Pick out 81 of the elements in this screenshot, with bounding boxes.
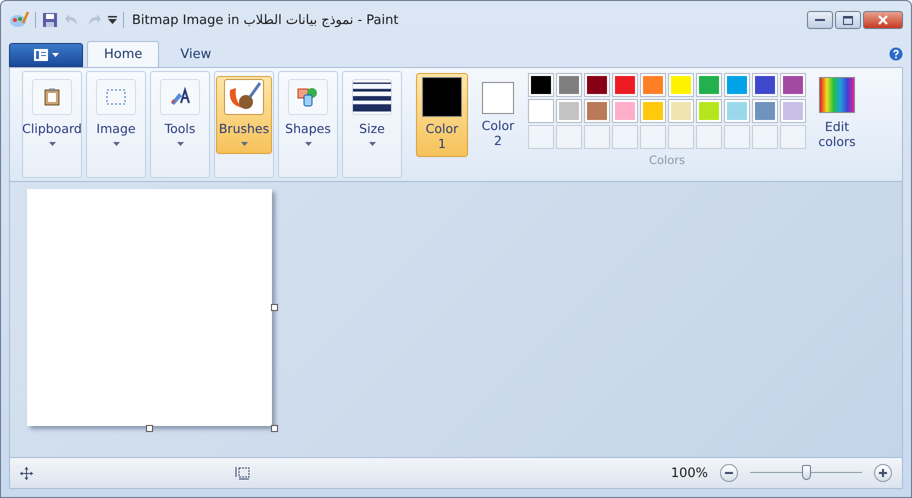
palette-color[interactable] xyxy=(752,99,778,123)
empty-color-slot[interactable] xyxy=(780,125,806,149)
palette-color[interactable] xyxy=(724,73,750,97)
line-width-icon xyxy=(353,80,391,114)
empty-color-slot[interactable] xyxy=(752,125,778,149)
caret-icon xyxy=(112,142,120,146)
palette-color[interactable] xyxy=(612,99,638,123)
resize-handle[interactable] xyxy=(271,304,278,311)
customize-toolbar-icon[interactable] xyxy=(108,16,117,24)
resize-handle[interactable] xyxy=(146,425,153,432)
palette-color[interactable] xyxy=(528,99,554,123)
palette-color[interactable] xyxy=(752,73,778,97)
paint-app-icon[interactable] xyxy=(9,11,29,29)
palette-color[interactable] xyxy=(584,73,610,97)
empty-color-slot[interactable] xyxy=(724,125,750,149)
minus-icon xyxy=(725,472,733,474)
ribbon-tool-button[interactable]: Image xyxy=(88,76,144,154)
palette-color[interactable] xyxy=(696,99,722,123)
empty-color-slot[interactable] xyxy=(696,125,722,149)
palette-color[interactable] xyxy=(668,73,694,97)
palette-color[interactable] xyxy=(640,73,666,97)
ribbon-tool-button[interactable]: Tools xyxy=(152,76,208,154)
group-label: Colors xyxy=(648,153,686,167)
caret-icon xyxy=(52,53,58,57)
palette-color[interactable] xyxy=(556,73,582,97)
zoom-out-button[interactable] xyxy=(720,464,738,482)
empty-color-slot[interactable] xyxy=(584,125,610,149)
ribbon-tool-button[interactable]: Shapes xyxy=(280,76,336,154)
palette-color[interactable] xyxy=(696,73,722,97)
zoom-in-button[interactable] xyxy=(874,464,892,482)
color-slot-button[interactable]: Color 2 xyxy=(472,73,524,157)
ribbon-tool-button[interactable]: Brushes xyxy=(216,76,272,154)
selection-size-icon xyxy=(235,466,251,480)
palette-color[interactable] xyxy=(556,99,582,123)
ribbon-tool-button[interactable]: Size xyxy=(344,76,400,154)
ribbon-tab[interactable]: Home xyxy=(87,41,160,67)
app-menu-button[interactable] xyxy=(9,43,83,67)
palette-color[interactable] xyxy=(612,73,638,97)
plus-icon xyxy=(879,469,887,477)
palette-color[interactable] xyxy=(640,99,666,123)
caret-icon xyxy=(176,142,184,146)
maximize-button[interactable] xyxy=(835,11,861,29)
shapes-icon xyxy=(297,87,319,107)
empty-color-slot[interactable] xyxy=(556,125,582,149)
palette-color[interactable] xyxy=(780,99,806,123)
spectrum-icon xyxy=(819,77,855,113)
empty-color-slot[interactable] xyxy=(640,125,666,149)
palette-color[interactable] xyxy=(780,73,806,97)
empty-color-slot[interactable] xyxy=(612,125,638,149)
help-icon[interactable] xyxy=(889,47,903,61)
window-title: Bitmap Image in نموذج بيانات الطلاب - Paint xyxy=(132,12,400,28)
selection-icon xyxy=(106,89,126,105)
palette-color[interactable] xyxy=(528,73,554,97)
palette-color[interactable] xyxy=(668,99,694,123)
menu-icon xyxy=(34,49,48,61)
clipboard-icon xyxy=(44,88,60,106)
maximize-icon xyxy=(843,16,853,24)
palette-color[interactable] xyxy=(584,99,610,123)
empty-color-slot[interactable] xyxy=(528,125,554,149)
close-icon xyxy=(878,15,888,25)
save-icon[interactable] xyxy=(42,12,58,28)
edit-colors-button[interactable]: Edit colors xyxy=(810,73,864,149)
close-button[interactable] xyxy=(863,11,903,29)
palette-color[interactable] xyxy=(724,99,750,123)
color-slot-button[interactable]: Color 1 xyxy=(416,73,468,157)
cursor-position-icon xyxy=(20,466,33,480)
ribbon-tab[interactable]: View xyxy=(163,41,228,67)
zoom-slider[interactable] xyxy=(750,465,862,481)
caret-icon xyxy=(304,142,312,146)
empty-color-slot[interactable] xyxy=(668,125,694,149)
pencil-letter-icon xyxy=(169,87,191,107)
resize-handle[interactable] xyxy=(271,425,278,432)
zoom-level: 100% xyxy=(670,466,708,480)
caret-icon xyxy=(48,142,56,146)
undo-icon[interactable] xyxy=(64,13,80,27)
redo-icon[interactable] xyxy=(86,13,102,27)
minimize-icon xyxy=(815,18,825,22)
ribbon-tool-button[interactable]: Clipboard xyxy=(24,76,80,154)
caret-icon xyxy=(368,142,376,146)
minimize-button[interactable] xyxy=(807,11,833,29)
caret-icon xyxy=(240,142,248,146)
